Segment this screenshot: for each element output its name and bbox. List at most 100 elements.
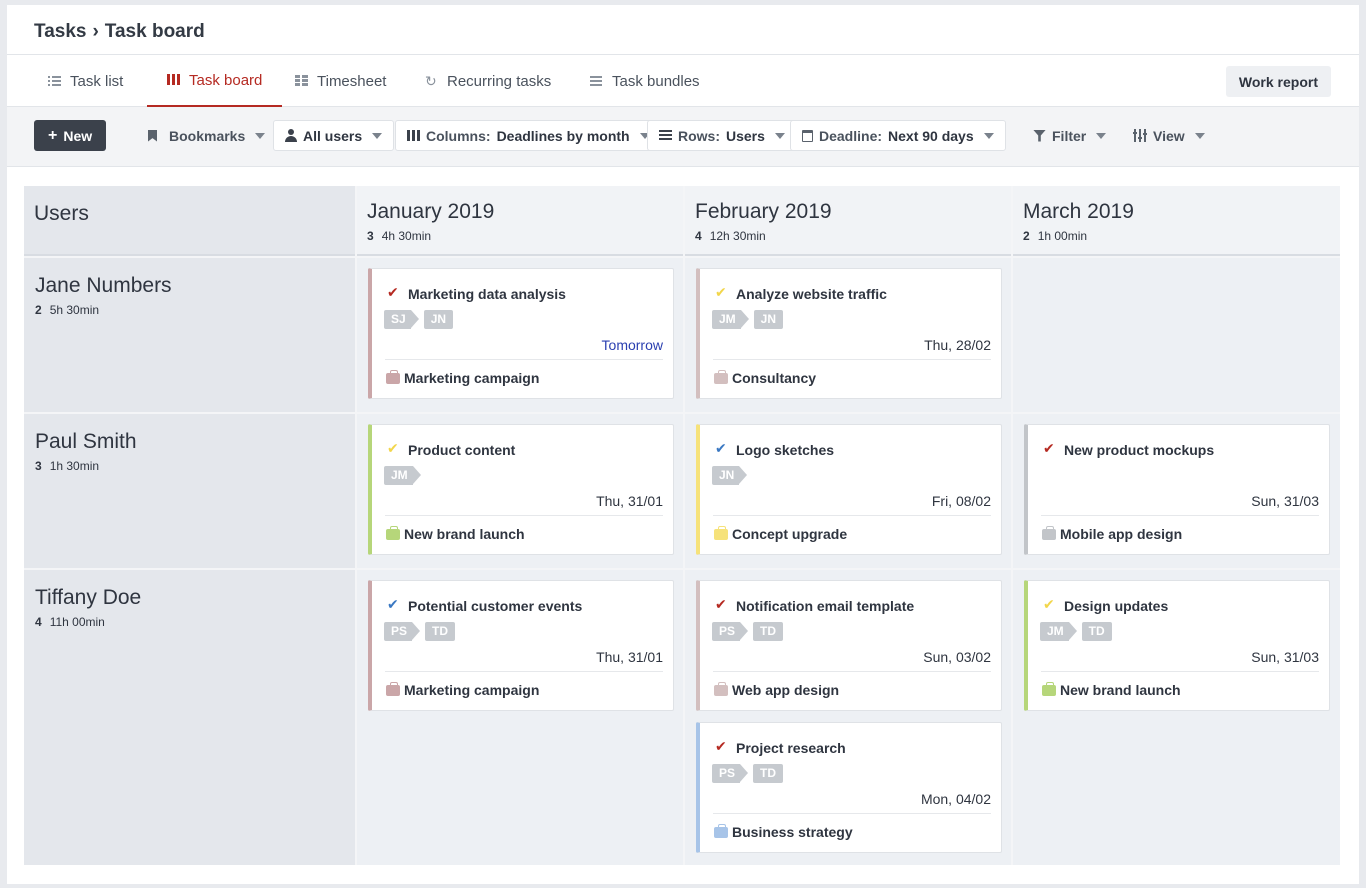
task-board: Users January 2019 3 4h 30min February 20…: [24, 186, 1340, 865]
check-icon[interactable]: ✔: [1043, 596, 1055, 613]
tab-task-bundles[interactable]: Task bundles: [570, 55, 720, 107]
toolbar: + New Bookmarks All users Columns: Deadl…: [7, 107, 1359, 167]
task-users: JM: [384, 466, 421, 485]
task-card[interactable]: ✔ Product content JM Thu, 31/01 New brand la…: [368, 424, 674, 555]
user-summary: 2 5h 30min: [35, 303, 99, 317]
tab-label: Timesheet: [317, 72, 387, 90]
user-row-paul-smith: Paul Smith 3 1h 30min: [24, 414, 355, 568]
task-card[interactable]: ✔ Project research PS TD Mon, 04/02 Business …: [696, 722, 1002, 853]
task-deadline: Sun, 31/03: [1251, 649, 1319, 665]
assignee-tag: TD: [425, 622, 456, 641]
rows-icon: [659, 130, 672, 141]
task-card[interactable]: ✔ Design updates JM TD Sun, 31/03 New brand l…: [1024, 580, 1330, 711]
filter-dropdown[interactable]: Filter: [1022, 120, 1117, 151]
project-name: Marketing campaign: [404, 682, 540, 698]
assignee-tag: TD: [1081, 622, 1112, 641]
task-card[interactable]: ✔ Analyze website traffic JM JN Thu, 28/02 Co…: [696, 268, 1002, 399]
divider: [713, 813, 991, 814]
assigner-tag: PS: [384, 622, 421, 641]
user-icon: [285, 129, 297, 142]
task-title: Logo sketches: [736, 442, 835, 458]
tab-timesheet[interactable]: Timesheet: [275, 55, 406, 107]
users-label: All users: [303, 127, 363, 144]
breadcrumb-root[interactable]: Tasks: [34, 21, 86, 43]
briefcase-icon: [714, 682, 728, 696]
column-title: February 2019: [695, 200, 832, 223]
view-label: View: [1153, 127, 1185, 144]
view-settings-icon: [1133, 129, 1147, 142]
check-icon[interactable]: ✔: [387, 284, 399, 301]
divider: [1041, 515, 1319, 516]
deadline-value: Next 90 days: [888, 127, 974, 144]
assignee-tag: TD: [753, 764, 784, 783]
assignee-tag: JN: [753, 310, 784, 329]
view-dropdown[interactable]: View: [1122, 120, 1216, 151]
tab-task-list[interactable]: Task list: [28, 55, 143, 107]
column-count: 4: [695, 229, 702, 243]
task-project[interactable]: Mobile app design: [1042, 526, 1182, 542]
check-icon[interactable]: ✔: [715, 440, 727, 457]
task-project[interactable]: Web app design: [714, 682, 839, 698]
briefcase-icon: [386, 370, 400, 384]
bookmark-icon: [148, 129, 157, 142]
calendar-icon: [802, 129, 813, 142]
task-card[interactable]: ✔ Potential customer events PS TD Thu, 31/01…: [368, 580, 674, 711]
new-button[interactable]: + New: [34, 120, 107, 151]
task-users: JM TD: [1040, 622, 1112, 641]
deadline-dropdown[interactable]: Deadline: Next 90 days: [790, 120, 1006, 151]
bookmarks-dropdown[interactable]: Bookmarks: [137, 120, 276, 151]
check-icon[interactable]: ✔: [387, 596, 399, 613]
task-project[interactable]: Business strategy: [714, 824, 853, 840]
task-card[interactable]: ✔ New product mockups Sun, 31/03 Mobile app…: [1024, 424, 1330, 555]
check-icon[interactable]: ✔: [1043, 440, 1055, 457]
project-name: New brand launch: [1060, 682, 1181, 698]
tab-recurring-tasks[interactable]: ↻ Recurring tasks: [405, 55, 571, 107]
assigner-tag: PS: [712, 764, 749, 783]
task-title: New product mockups: [1064, 442, 1215, 458]
filter-label: Filter: [1052, 127, 1087, 144]
users-dropdown[interactable]: All users: [273, 120, 395, 151]
task-title: Design updates: [1064, 598, 1169, 614]
user-row-jane-numbers: Jane Numbers 2 5h 30min: [24, 258, 355, 412]
rows-dropdown[interactable]: Rows: Users: [647, 120, 797, 151]
tab-label: Task list: [70, 72, 124, 90]
assigner-tag: JM: [712, 310, 749, 329]
columns-icon: [407, 130, 420, 141]
task-users: JM JN: [712, 310, 784, 329]
check-icon[interactable]: ✔: [387, 440, 399, 457]
plus-icon: +: [48, 126, 58, 144]
briefcase-icon: [386, 526, 400, 540]
task-project[interactable]: Marketing campaign: [386, 370, 539, 386]
task-project[interactable]: Marketing campaign: [386, 682, 539, 698]
briefcase-icon: [1042, 682, 1056, 696]
task-project[interactable]: Consultancy: [714, 370, 816, 386]
user-row-tiffany-doe: Tiffany Doe 4 11h 00min: [24, 570, 355, 865]
work-report-button[interactable]: Work report: [1225, 66, 1331, 97]
briefcase-icon: [714, 824, 728, 838]
check-icon[interactable]: ✔: [715, 596, 727, 613]
column-title: January 2019: [367, 200, 495, 223]
project-name: New brand launch: [404, 526, 525, 542]
columns-prefix: Columns:: [426, 127, 491, 144]
user-task-count: 2: [35, 303, 42, 317]
briefcase-icon: [714, 526, 728, 540]
tab-task-board[interactable]: Task board: [147, 55, 283, 107]
rows-value: Users: [726, 127, 765, 144]
task-card[interactable]: ✔ Notification email template PS TD Sun, 03/…: [696, 580, 1002, 711]
task-users: JN: [712, 466, 748, 485]
check-icon[interactable]: ✔: [715, 284, 727, 301]
check-icon[interactable]: ✔: [715, 738, 727, 755]
task-card[interactable]: ✔ Logo sketches JN Fri, 08/02 Concept upgrad…: [696, 424, 1002, 555]
assigner-tag: JM: [1040, 622, 1077, 641]
task-deadline: Thu, 28/02: [924, 337, 991, 353]
project-name: Consultancy: [732, 370, 817, 386]
project-name: Mobile app design: [1060, 526, 1183, 542]
column-header-february: February 2019 4 12h 30min: [685, 186, 1011, 256]
columns-dropdown[interactable]: Columns: Deadlines by month: [395, 120, 662, 151]
task-project[interactable]: Concept upgrade: [714, 526, 847, 542]
task-project[interactable]: New brand launch: [386, 526, 525, 542]
task-project[interactable]: New brand launch: [1042, 682, 1181, 698]
task-card[interactable]: ✔ Marketing data analysis SJ JN Tomorrow Mark…: [368, 268, 674, 399]
task-deadline: Sun, 31/03: [1251, 493, 1319, 509]
column-time: 12h 30min: [709, 229, 766, 243]
